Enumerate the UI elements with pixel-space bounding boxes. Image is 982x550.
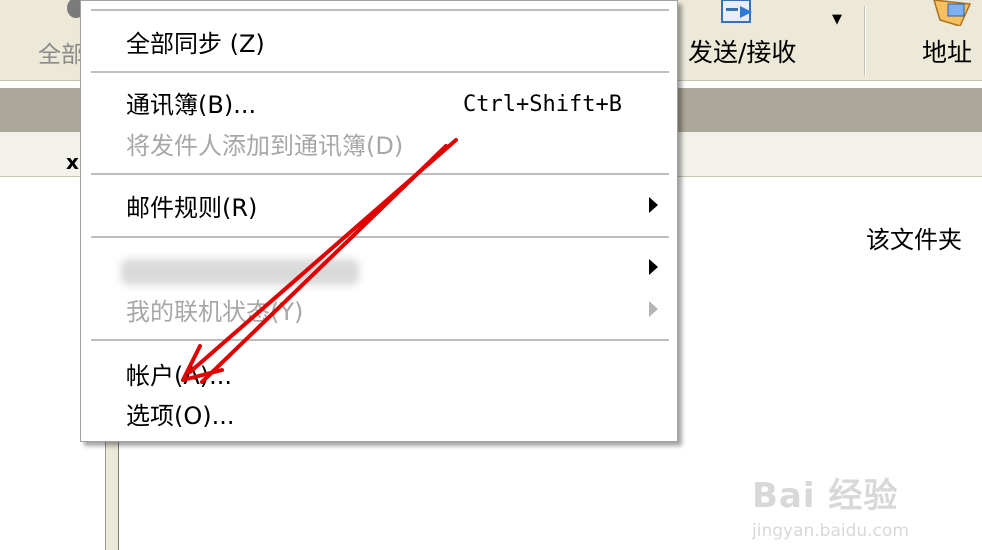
menu-separator <box>91 71 669 73</box>
tools-menu: 全部同步 (Z) 通讯簿(B)... Ctrl+Shift+B 将发件人添加到通… <box>80 0 678 442</box>
close-icon[interactable]: x <box>66 150 79 174</box>
menu-item-sync-all[interactable]: 全部同步 (Z) <box>126 29 265 59</box>
send-receive-button[interactable]: 发送/接收 ▼ <box>680 0 845 80</box>
menu-item-online-status: 我的联机状态(Y) <box>126 298 304 326</box>
sync-all-button[interactable]: 全部 <box>0 0 92 80</box>
empty-folder-message: 该文件夹 <box>866 226 962 254</box>
menu-separator <box>91 9 669 11</box>
submenu-arrow-icon <box>649 259 658 275</box>
menu-item-address-book[interactable]: 通讯簿(B)... <box>126 90 256 120</box>
menu-separator <box>91 236 669 238</box>
menu-item-options[interactable]: 选项(O)... <box>126 401 235 431</box>
address-book-shortcut: Ctrl+Shift+B <box>463 92 622 117</box>
menu-separator <box>91 339 669 341</box>
menu-item-accounts[interactable]: 帐户(A)... <box>126 361 232 391</box>
toolbar-separator <box>864 6 866 76</box>
submenu-arrow-icon <box>649 197 658 213</box>
submenu-arrow-icon <box>649 301 658 317</box>
send-receive-icon <box>721 0 752 23</box>
menu-item-message-rules[interactable]: 邮件规则(R) <box>126 193 257 223</box>
dropdown-arrow-icon[interactable]: ▼ <box>832 12 842 27</box>
watermark-brand: Bai 经验 <box>752 476 899 516</box>
send-receive-label: 发送/接收 <box>688 38 797 67</box>
watermark-url: jingyan.baidu.com <box>752 521 909 541</box>
menu-separator <box>91 173 669 175</box>
menu-item-add-sender: 将发件人添加到通讯簿(D) <box>126 132 404 160</box>
blurred-menu-item[interactable] <box>121 259 359 285</box>
sync-all-label: 全部 <box>38 42 84 68</box>
address-book-button[interactable]: 地址 <box>900 0 982 80</box>
address-book-icon <box>933 0 972 26</box>
watermark: Bai 经验 jingyan.baidu.com <box>752 468 909 541</box>
address-book-label: 地址 <box>922 38 973 67</box>
